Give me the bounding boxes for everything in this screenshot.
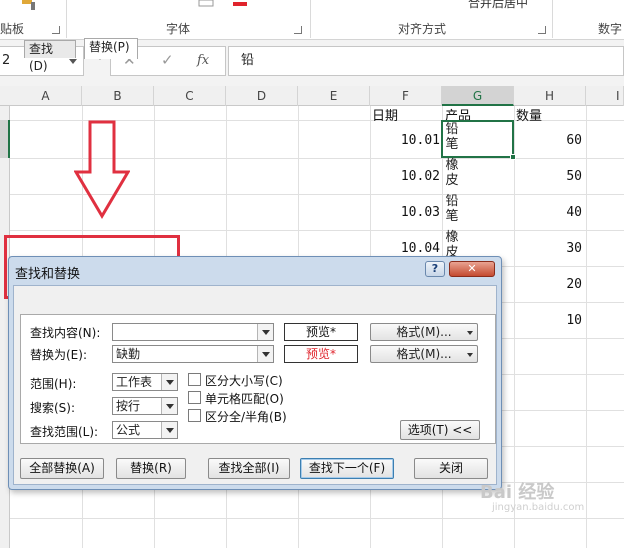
column-header-d[interactable]: D bbox=[226, 86, 298, 106]
column-header-e[interactable]: E bbox=[298, 86, 370, 106]
find-preview: 预览* bbox=[284, 323, 358, 341]
column-headers: A B C D E F G H I bbox=[0, 86, 624, 106]
chevron-down-icon[interactable] bbox=[161, 398, 177, 414]
formula-input[interactable]: 铅 bbox=[228, 46, 624, 76]
find-next-button[interactable]: 查找下一个(F) bbox=[300, 458, 394, 479]
alignment-launcher-icon[interactable] bbox=[538, 26, 546, 34]
replace-format-button[interactable]: 格式(M)... bbox=[370, 345, 478, 363]
chevron-down-icon[interactable] bbox=[69, 59, 77, 64]
cell-header-date[interactable]: 日期 bbox=[372, 105, 398, 124]
find-label: 查找内容(N): bbox=[30, 326, 101, 340]
scope-value: 工作表 bbox=[116, 375, 153, 389]
cell-qty[interactable]: 30 bbox=[530, 241, 582, 256]
caret-down-icon bbox=[467, 331, 473, 335]
search-value: 按行 bbox=[116, 399, 141, 413]
column-header-a[interactable]: A bbox=[10, 86, 82, 106]
column-header-h[interactable]: H bbox=[514, 86, 586, 106]
border-icon[interactable] bbox=[198, 0, 214, 8]
search-select[interactable]: 按行 bbox=[112, 397, 178, 415]
replace-all-button[interactable]: 全部替换(A) bbox=[20, 458, 104, 479]
watermark-url: jingyan.baidu.com bbox=[492, 502, 585, 513]
ribbon-group-clipboard: 贴板 bbox=[0, 22, 25, 36]
enter-icon[interactable]: ✓ bbox=[161, 51, 174, 69]
cell-date[interactable]: 10.03 bbox=[378, 205, 440, 220]
lookin-value: 公式 bbox=[116, 423, 141, 437]
match-cell-checkbox[interactable] bbox=[188, 391, 201, 404]
chevron-down-icon[interactable] bbox=[257, 324, 273, 340]
chevron-down-icon[interactable] bbox=[161, 374, 177, 390]
ribbon-group-font: 字体 bbox=[166, 22, 191, 36]
cell-header-qty[interactable]: 数量 bbox=[516, 105, 542, 124]
match-width-checkbox[interactable] bbox=[188, 409, 201, 422]
scope-label: 范围(H): bbox=[30, 377, 77, 391]
font-color-icon[interactable] bbox=[232, 0, 248, 8]
ribbon-group-alignment: 对齐方式 bbox=[398, 22, 447, 36]
clipboard-launcher-icon[interactable] bbox=[52, 26, 60, 34]
close-icon[interactable]: ✕ bbox=[449, 261, 495, 277]
match-case-label[interactable]: 区分大小写(C) bbox=[205, 372, 283, 389]
help-button[interactable]: ? bbox=[425, 261, 445, 277]
column-header-f[interactable]: F bbox=[370, 86, 442, 106]
find-format-label: 格式(M)... bbox=[396, 325, 452, 339]
match-cell-label[interactable]: 单元格匹配(O) bbox=[205, 390, 284, 407]
fill-handle[interactable] bbox=[510, 154, 516, 160]
replace-format-label: 格式(M)... bbox=[396, 347, 452, 361]
caret-down-icon bbox=[467, 353, 473, 357]
options-button[interactable]: 选项(T) << bbox=[400, 420, 480, 440]
chevron-down-icon[interactable] bbox=[161, 422, 177, 438]
column-header-i[interactable]: I bbox=[586, 86, 624, 106]
cell-date[interactable]: 10.01 bbox=[378, 133, 440, 148]
cell-date[interactable]: 10.02 bbox=[378, 169, 440, 184]
tab-find[interactable]: 查找(D) bbox=[24, 40, 76, 73]
close-button[interactable]: 关闭 bbox=[414, 458, 488, 479]
cell-qty[interactable]: 10 bbox=[530, 313, 582, 328]
gridline bbox=[10, 230, 624, 231]
font-launcher-icon[interactable] bbox=[294, 26, 302, 34]
watermark-logo: Bai 经验 bbox=[480, 482, 555, 503]
chevron-down-icon[interactable] bbox=[257, 346, 273, 362]
scope-select[interactable]: 工作表 bbox=[112, 373, 178, 391]
dialog-title: 查找和替换 bbox=[15, 267, 81, 282]
cell-product[interactable]: 橡皮 bbox=[442, 158, 462, 188]
replace-input[interactable]: 缺勤 bbox=[112, 345, 274, 363]
ribbon: 贴板 字体 合并后居中 对齐方式 数字 bbox=[0, 0, 624, 40]
tab-replace[interactable]: 替换(P) bbox=[84, 38, 138, 59]
lookin-select[interactable]: 公式 bbox=[112, 421, 178, 439]
column-header-c[interactable]: C bbox=[154, 86, 226, 106]
match-width-label[interactable]: 区分全/半角(B) bbox=[205, 408, 287, 425]
replace-preview: 预览* bbox=[284, 345, 358, 363]
format-painter-icon[interactable] bbox=[20, 0, 38, 12]
find-all-button[interactable]: 查找全部(I) bbox=[208, 458, 290, 479]
arrow-down-icon bbox=[74, 120, 130, 219]
insert-function-icon[interactable]: fx bbox=[197, 53, 209, 68]
ribbon-separator bbox=[310, 0, 311, 38]
find-format-button[interactable]: 格式(M)... bbox=[370, 323, 478, 341]
row-header-selected[interactable] bbox=[0, 120, 10, 158]
match-case-checkbox[interactable] bbox=[188, 373, 201, 386]
cell-qty[interactable]: 50 bbox=[530, 169, 582, 184]
cell-date[interactable]: 10.04 bbox=[378, 241, 440, 256]
selected-cell-g2[interactable] bbox=[441, 120, 516, 160]
cell-qty[interactable]: 20 bbox=[530, 277, 582, 292]
replace-button[interactable]: 替换(R) bbox=[116, 458, 186, 479]
replace-value: 缺勤 bbox=[116, 347, 141, 361]
cell-qty[interactable]: 40 bbox=[530, 205, 582, 220]
column-header-b[interactable]: B bbox=[82, 86, 154, 106]
name-box-value: 2 bbox=[2, 53, 11, 68]
ribbon-group-number: 数字 bbox=[598, 22, 623, 36]
column-header-g[interactable]: G bbox=[442, 86, 514, 106]
replace-label: 替换为(E): bbox=[30, 348, 87, 362]
search-label: 搜索(S): bbox=[30, 401, 76, 415]
merge-center-button[interactable]: 合并后居中 bbox=[468, 0, 528, 11]
find-input[interactable] bbox=[112, 323, 274, 341]
ribbon-separator bbox=[552, 0, 553, 38]
gridline bbox=[10, 518, 624, 519]
ribbon-separator bbox=[66, 0, 67, 38]
cell-qty[interactable]: 60 bbox=[530, 133, 582, 148]
lookin-label: 查找范围(L): bbox=[30, 425, 99, 439]
cell-product[interactable]: 铅笔 bbox=[442, 194, 462, 224]
